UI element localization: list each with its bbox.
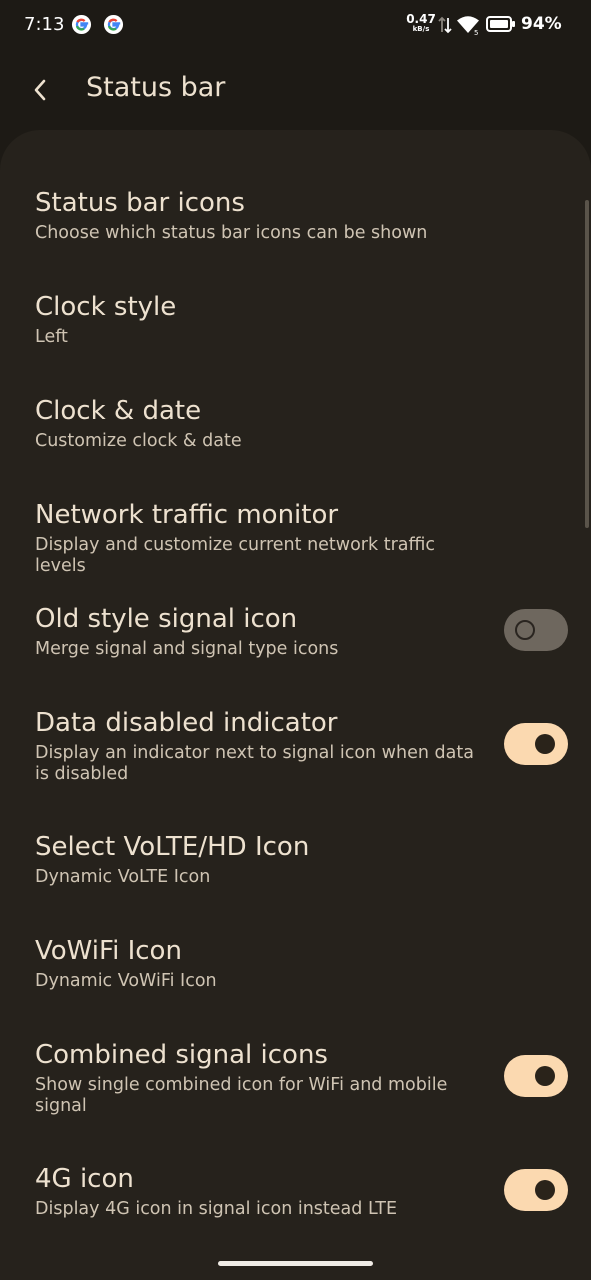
network-speed-value: 0.47 <box>406 12 436 26</box>
setting-clock-style[interactable]: Clock style Left <box>0 292 591 362</box>
wifi-icon: 5 <box>457 16 479 36</box>
data-activity-icon <box>438 16 452 34</box>
setting-summary: Choose which status bar icons can be sho… <box>35 223 428 243</box>
page-title: Status bar <box>86 72 226 103</box>
combined-signal-icons-toggle[interactable] <box>504 1055 568 1097</box>
setting-title: Select VoLTE/HD Icon <box>35 832 310 862</box>
battery-icon <box>486 16 515 32</box>
setting-4g-icon[interactable]: 4G icon Display 4G icon in signal icon i… <box>0 1164 591 1234</box>
setting-title: Network traffic monitor <box>35 500 339 530</box>
setting-summary: Dynamic VoWiFi Icon <box>35 971 217 991</box>
toggle-thumb <box>535 1180 555 1200</box>
system-status-bar: 7:13 0.47 kB/s 5 94% <box>0 0 591 52</box>
setting-clock-date[interactable]: Clock & date Customize clock & date <box>0 396 591 466</box>
setting-summary: Merge signal and signal type icons <box>35 639 339 659</box>
back-arrow-icon <box>34 79 46 101</box>
app-bar: Status bar <box>0 52 591 130</box>
setting-title: Data disabled indicator <box>35 708 338 738</box>
setting-summary: Display 4G icon in signal icon instead L… <box>35 1199 398 1219</box>
data-disabled-indicator-toggle[interactable] <box>504 723 568 765</box>
setting-summary: Customize clock & date <box>35 431 242 451</box>
setting-status-bar-icons[interactable]: Status bar icons Choose which status bar… <box>0 188 591 258</box>
setting-select-volte-hd-icon[interactable]: Select VoLTE/HD Icon Dynamic VoLTE Icon <box>0 832 591 902</box>
toggle-thumb <box>515 620 535 640</box>
network-speed-indicator: 0.47 kB/s <box>404 13 438 33</box>
setting-title: Old style signal icon <box>35 604 298 634</box>
setting-vowifi-icon[interactable]: VoWiFi Icon Dynamic VoWiFi Icon <box>0 936 591 1006</box>
network-speed-unit: kB/s <box>412 25 430 33</box>
setting-title: VoWiFi Icon <box>35 936 182 966</box>
svg-text:5: 5 <box>474 29 478 36</box>
setting-title: Combined signal icons <box>35 1040 328 1070</box>
setting-network-traffic-monitor[interactable]: Network traffic monitor Display and cust… <box>0 500 591 576</box>
setting-old-style-signal-icon[interactable]: Old style signal icon Merge signal and s… <box>0 604 591 674</box>
setting-title: Clock style <box>35 292 177 322</box>
setting-title: 4G icon <box>35 1164 134 1194</box>
toggle-thumb <box>535 734 555 754</box>
google-icon <box>103 14 124 35</box>
setting-summary: Left <box>35 327 68 347</box>
back-button[interactable] <box>22 72 58 108</box>
setting-combined-signal-icons[interactable]: Combined signal icons Show single combin… <box>0 1040 591 1120</box>
status-time: 7:13 <box>24 14 65 35</box>
setting-title: Clock & date <box>35 396 202 426</box>
4g-icon-toggle[interactable] <box>504 1169 568 1211</box>
gesture-nav-handle[interactable] <box>218 1261 373 1266</box>
setting-summary: Dynamic VoLTE Icon <box>35 867 211 887</box>
toggle-thumb <box>535 1066 555 1086</box>
setting-data-disabled-indicator[interactable]: Data disabled indicator Display an indic… <box>0 708 591 788</box>
old-style-signal-icon-toggle[interactable] <box>504 609 568 651</box>
setting-summary: Display and customize current network tr… <box>35 535 436 576</box>
setting-summary: Display an indicator next to signal icon… <box>35 743 474 784</box>
google-icon <box>71 14 92 35</box>
battery-percent: 94% <box>521 14 562 34</box>
setting-summary: Show single combined icon for WiFi and m… <box>35 1075 448 1116</box>
setting-title: Status bar icons <box>35 188 245 218</box>
